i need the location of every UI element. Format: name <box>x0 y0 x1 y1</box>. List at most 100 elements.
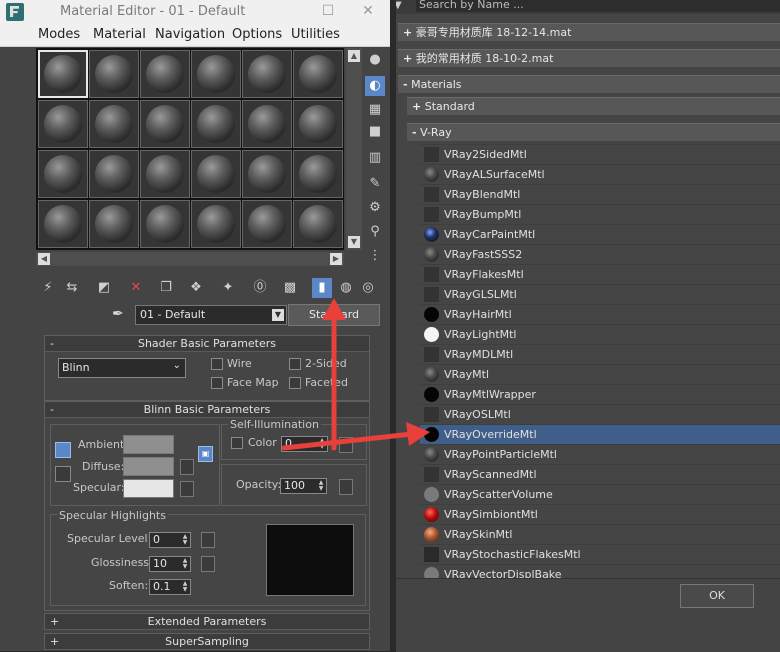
shader-type-dropdown[interactable]: Blinn ⌄ <box>58 358 186 378</box>
list-item[interactable]: VRayScannedMtl <box>420 464 780 484</box>
ambient-color-swatch[interactable] <box>123 435 174 454</box>
library-group-row[interactable]: + 我的常用材质 18-10-2.mat <box>398 49 780 67</box>
slots-horizontal-scrollbar[interactable]: ◀ ▶ <box>36 252 344 266</box>
sample-slot[interactable] <box>293 150 343 198</box>
list-item[interactable]: VRayFlakesMtl <box>420 264 780 284</box>
close-icon[interactable]: ✕ <box>358 2 378 20</box>
sample-slot[interactable] <box>242 200 292 248</box>
opacity-map-button[interactable] <box>339 479 353 495</box>
list-item[interactable]: VRayStochasticFlakesMtl <box>420 544 780 564</box>
sample-slot[interactable] <box>140 100 190 148</box>
go-to-parent-icon[interactable]: ◍ <box>336 278 356 298</box>
glossiness-map-button[interactable] <box>201 556 215 572</box>
material-name-field[interactable]: 01 - Default ▼ <box>135 305 287 325</box>
list-item[interactable]: VRayOSLMtl <box>420 404 780 424</box>
menu-material[interactable]: Material <box>93 27 146 42</box>
spinner-arrows-icon[interactable]: ▲ ▼ <box>317 480 325 492</box>
face-map-checkbox[interactable] <box>211 377 223 389</box>
menu-utilities[interactable]: Utilities <box>291 27 340 42</box>
sample-slot[interactable] <box>242 50 292 98</box>
sample-slot[interactable] <box>38 50 88 98</box>
get-material-icon[interactable]: ⚡ <box>38 278 58 298</box>
standard-group-row[interactable]: + Standard <box>407 97 780 115</box>
scroll-down-icon[interactable]: ▼ <box>348 236 360 248</box>
list-item[interactable]: VRayMtlWrapper <box>420 384 780 404</box>
sample-slot[interactable] <box>140 50 190 98</box>
material-id-channel-icon[interactable]: ⓪ <box>250 278 270 298</box>
opacity-spinner[interactable]: 100 ▲ ▼ <box>280 478 327 494</box>
sample-slot[interactable] <box>293 200 343 248</box>
wire-checkbox[interactable] <box>211 358 223 370</box>
reset-map-icon[interactable]: ✕ <box>126 278 146 298</box>
make-preview-icon[interactable]: ✎ <box>365 174 385 194</box>
glossiness-spinner[interactable]: 10 ▲ ▼ <box>149 556 191 572</box>
list-item[interactable]: VRayCarPaintMtl <box>420 224 780 244</box>
spinner-arrows-icon[interactable]: ▲ ▼ <box>181 534 189 546</box>
rollout-header[interactable]: - Blinn Basic Parameters <box>45 402 369 418</box>
list-item[interactable]: VRayMtl <box>420 364 780 384</box>
sample-slot[interactable] <box>140 150 190 198</box>
list-item[interactable]: VRayLightMtl <box>420 324 780 344</box>
supersampling-rollout[interactable]: + SuperSampling <box>44 633 370 650</box>
lock-diffuse-specular-icon[interactable] <box>55 466 71 482</box>
sample-slot[interactable] <box>89 200 139 248</box>
search-input[interactable]: Search by Name ... <box>416 0 780 12</box>
select-by-material-icon[interactable]: ⚲ <box>365 222 385 242</box>
sample-slot[interactable] <box>140 200 190 248</box>
two-sided-checkbox[interactable] <box>289 358 301 370</box>
sample-slot[interactable] <box>38 100 88 148</box>
list-item[interactable]: VRayGLSLMtl <box>420 284 780 304</box>
list-item[interactable]: VRayMDLMtl <box>420 344 780 364</box>
make-copy-icon[interactable]: ❐ <box>156 278 176 298</box>
specular-color-swatch[interactable] <box>123 479 174 498</box>
materials-group-row[interactable]: - Materials <box>398 75 780 93</box>
extended-parameters-rollout[interactable]: + Extended Parameters <box>44 613 370 630</box>
sample-slot[interactable] <box>242 150 292 198</box>
list-item[interactable]: VRay2SidedMtl <box>420 144 780 164</box>
background-checker-icon[interactable]: ▦ <box>365 100 385 120</box>
eyedropper-icon[interactable]: ✒ <box>112 306 124 322</box>
list-item[interactable]: VRayPointParticleMtl <box>420 444 780 464</box>
video-color-check-icon[interactable]: ▥ <box>365 148 385 168</box>
options-icon[interactable]: ⚙ <box>365 198 385 218</box>
material-map-navigator-icon[interactable]: ⋮ <box>365 246 385 266</box>
scroll-left-icon[interactable]: ◀ <box>38 253 50 265</box>
self-illum-map-button[interactable] <box>339 437 353 453</box>
sample-slot[interactable] <box>89 150 139 198</box>
show-map-in-viewport-icon[interactable]: ▩ <box>280 278 300 298</box>
sample-slot[interactable] <box>191 150 241 198</box>
list-item[interactable]: VRayBumpMtl <box>420 204 780 224</box>
sample-slot[interactable] <box>191 50 241 98</box>
self-illum-color-checkbox[interactable] <box>231 437 243 449</box>
sample-slot[interactable] <box>89 50 139 98</box>
list-item[interactable]: VRaySkinMtl <box>420 524 780 544</box>
faceted-checkbox[interactable] <box>289 377 301 389</box>
make-unique-icon[interactable]: ❖ <box>186 278 206 298</box>
vray-group-row[interactable]: - V-Ray <box>407 123 780 141</box>
sample-slot[interactable] <box>293 100 343 148</box>
spinner-arrows-icon[interactable]: ▲ ▼ <box>181 558 189 570</box>
specular-map-button[interactable] <box>180 481 194 497</box>
put-to-library-icon[interactable]: ✦ <box>218 278 238 298</box>
list-item[interactable]: VRayBlendMtl <box>420 184 780 204</box>
list-item[interactable]: VRayFastSSS2 <box>420 244 780 264</box>
list-item[interactable]: VRaySimbiontMtl <box>420 504 780 524</box>
rollout-header[interactable]: + SuperSampling <box>45 634 369 650</box>
rollout-header[interactable]: - Shader Basic Parameters <box>45 336 369 352</box>
list-item[interactable]: VRayVectorDisplBake <box>420 564 780 578</box>
lock-map-icon[interactable]: ▣ <box>198 446 213 462</box>
list-item[interactable]: VRayScatterVolume <box>420 484 780 504</box>
put-to-scene-icon[interactable]: ⇆ <box>62 278 82 298</box>
maximize-icon[interactable]: ☐ <box>318 2 338 20</box>
show-end-result-icon[interactable]: ▮ <box>312 278 332 298</box>
sample-slot[interactable] <box>38 150 88 198</box>
assign-to-selection-icon[interactable]: ◩ <box>94 278 114 298</box>
specular-level-spinner[interactable]: 0 ▲ ▼ <box>149 532 191 548</box>
ok-button[interactable]: OK <box>680 584 754 608</box>
diffuse-color-swatch[interactable] <box>123 457 174 476</box>
spinner-arrows-icon[interactable]: ▲ ▼ <box>181 581 189 593</box>
go-forward-to-sibling-icon[interactable]: ◎ <box>358 278 378 298</box>
diffuse-map-button[interactable] <box>180 459 194 475</box>
sample-slot[interactable] <box>293 50 343 98</box>
sample-slot[interactable] <box>191 100 241 148</box>
